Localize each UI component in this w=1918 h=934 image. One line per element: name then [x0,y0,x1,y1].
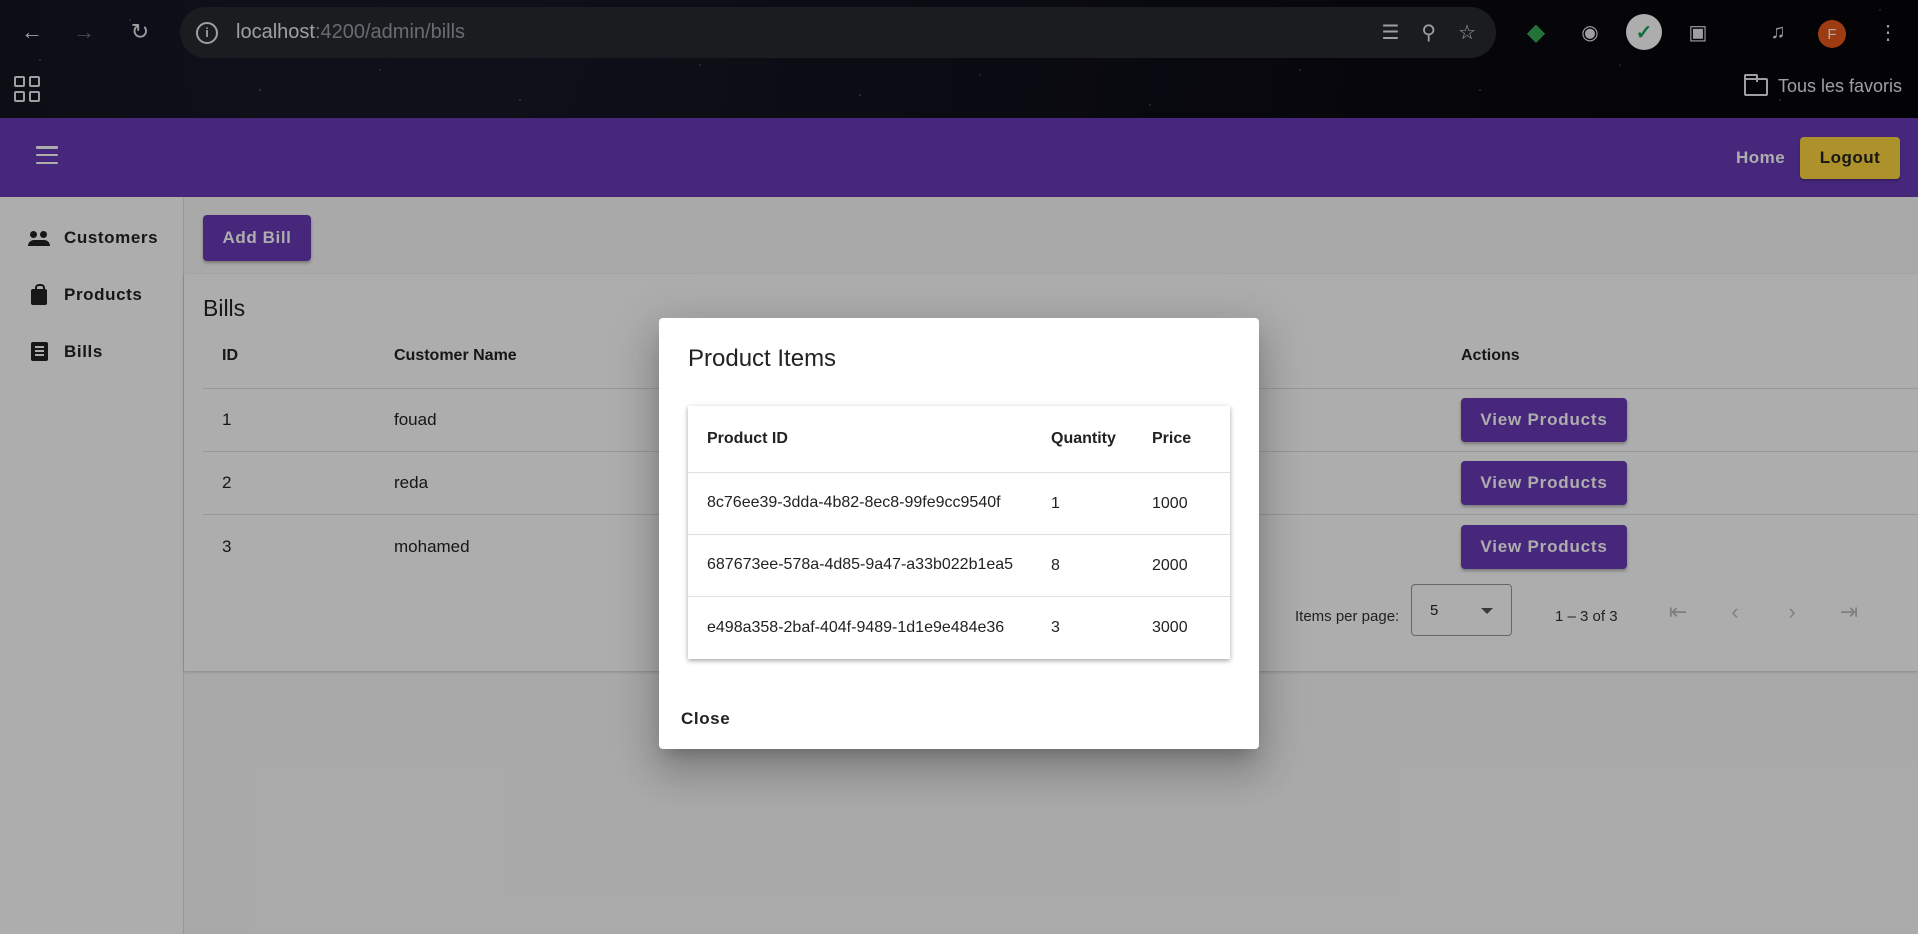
product-id: 687673ee-578a-4d85-9a47-a33b022b1ea5 [707,556,1014,574]
column-header-product-id: Product ID [707,429,788,447]
column-header-price: Price [1152,430,1192,447]
product-items-dialog: Product Items Product ID Quantity Price … [659,318,1259,749]
close-button[interactable]: Close [677,707,734,731]
dialog-title: Product Items [688,345,837,372]
quantity: 1 [1051,494,1060,512]
quantity: 8 [1051,556,1060,574]
table-header: Product ID Quantity Price [688,406,1230,473]
table-row: 8c76ee39-3dda-4b82-8ec8-99fe9cc9540f 1 1… [688,473,1230,535]
column-header-quantity: Quantity [1051,430,1116,447]
product-items-table: Product ID Quantity Price 8c76ee39-3dda-… [688,406,1230,659]
price: 2000 [1152,556,1188,574]
quantity: 3 [1051,619,1060,636]
table-row: 687673ee-578a-4d85-9a47-a33b022b1ea5 8 2… [688,535,1230,597]
table-row: e498a358-2baf-404f-9489-1d1e9e484e36 3 3… [688,597,1230,659]
price: 1000 [1152,494,1188,512]
product-id: 8c76ee39-3dda-4b82-8ec8-99fe9cc9540f [707,494,1001,512]
price: 3000 [1152,619,1188,636]
product-id: e498a358-2baf-404f-9489-1d1e9e484e36 [707,618,1005,636]
